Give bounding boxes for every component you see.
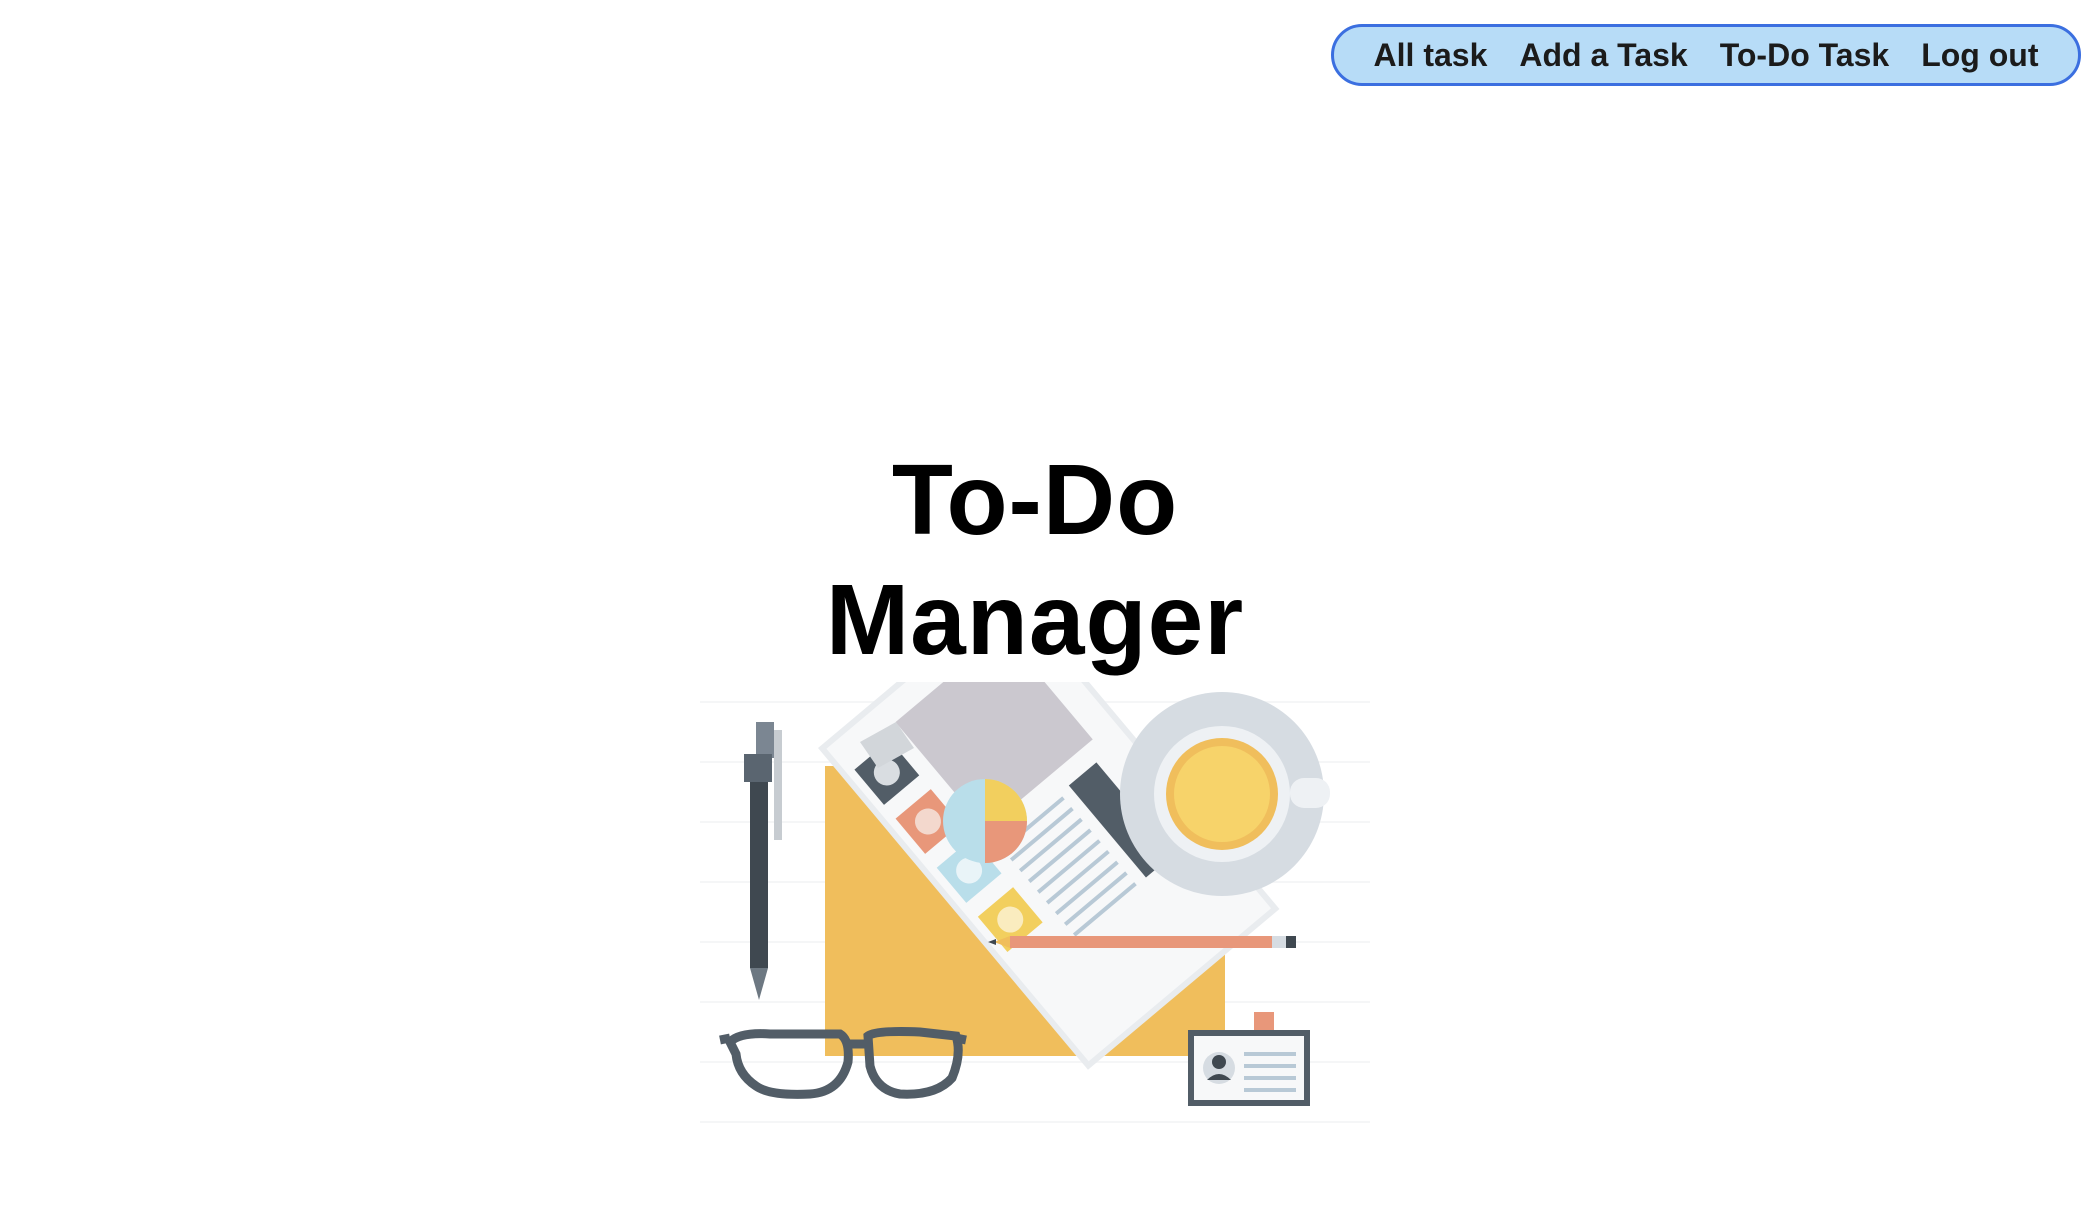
pen-icon	[744, 722, 782, 1000]
nav-add-task-link[interactable]: Add a Task	[1519, 37, 1687, 74]
page-title-line-1: To-Do	[891, 444, 1179, 556]
hero: To-Do Manager	[700, 440, 1370, 680]
nav-logout-link[interactable]: Log out	[1921, 37, 2038, 74]
pie-chart-icon	[943, 779, 1027, 863]
page: All task Add a Task To-Do Task Log out T…	[0, 0, 2100, 1218]
page-title: To-Do Manager	[700, 440, 1370, 680]
desk-workspace-illustration	[700, 682, 1370, 1134]
coffee-cup-icon	[1120, 692, 1330, 896]
pencil-icon	[988, 936, 1296, 948]
nav-all-task-link[interactable]: All task	[1374, 37, 1488, 74]
page-title-line-2: Manager	[825, 564, 1245, 676]
nav-todo-task-link[interactable]: To-Do Task	[1720, 37, 1889, 74]
top-nav: All task Add a Task To-Do Task Log out	[1331, 24, 2081, 86]
